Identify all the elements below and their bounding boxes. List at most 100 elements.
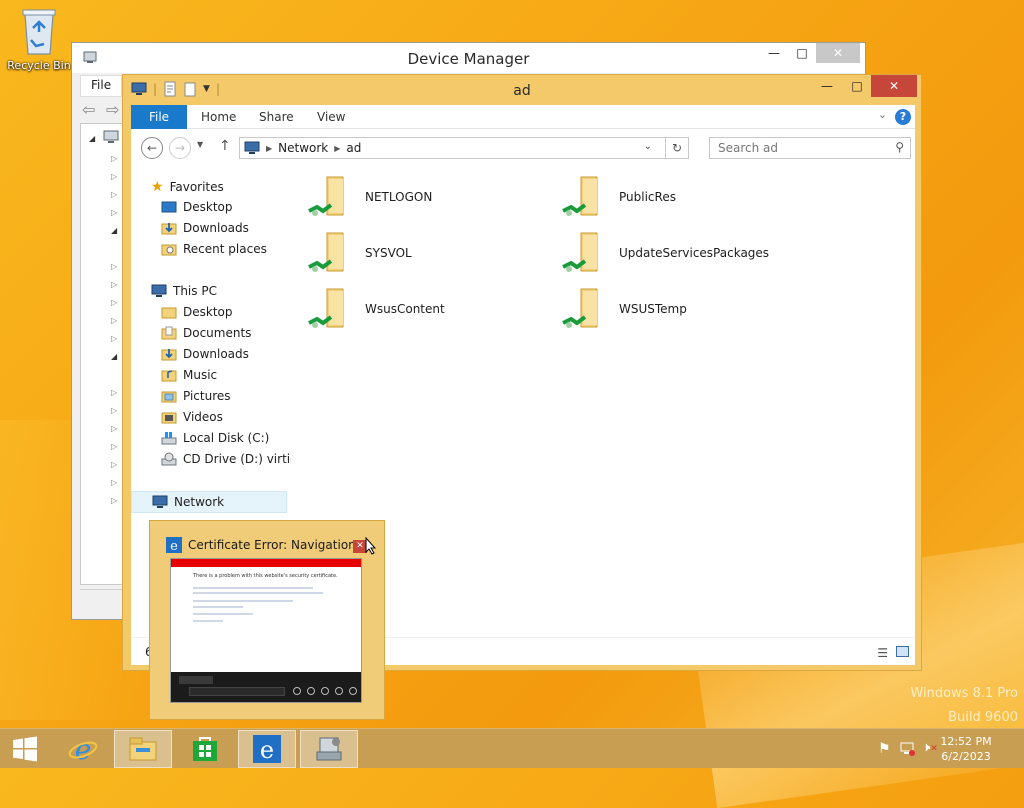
taskbar-internet-explorer[interactable]: e	[54, 730, 112, 768]
expand-arrow-icon[interactable]: ▷	[111, 442, 117, 451]
recent-places-icon	[161, 244, 177, 256]
internet-explorer-icon: e	[166, 537, 182, 553]
device-manager-titlebar[interactable]: Device Manager — □ ✕	[72, 43, 865, 73]
expand-arrow-icon[interactable]: ▷	[111, 406, 117, 415]
view-switcher: ☰	[877, 646, 909, 660]
taskbar-file-explorer[interactable]	[114, 730, 172, 768]
nav-this-pc[interactable]: This PC	[151, 284, 217, 298]
nav-pc-desktop[interactable]: Desktop	[161, 305, 233, 319]
shared-folder-icon	[562, 232, 598, 272]
folder-netlogon[interactable]: NETLOGON	[307, 173, 432, 221]
network-icon	[152, 495, 168, 508]
minimize-button[interactable]: —	[760, 43, 788, 63]
forward-arrow-icon[interactable]: ⇨	[106, 100, 119, 119]
up-arrow-icon[interactable]: ↑	[219, 138, 231, 154]
this-pc-icon	[151, 284, 167, 297]
details-view-icon[interactable]: ☰	[877, 646, 888, 660]
preview-heading: There is a problem with this website's s…	[193, 573, 338, 579]
recycle-bin-icon	[22, 9, 56, 55]
recent-locations-icon[interactable]: ▼	[197, 140, 203, 149]
expand-ribbon-chevron-icon[interactable]: ⌄	[878, 108, 887, 121]
explorer-titlebar[interactable]: | ▼ | ad — □ ✕	[123, 75, 921, 105]
thumbnail-preview[interactable]: There is a problem with this website's s…	[170, 558, 362, 703]
taskbar-store[interactable]	[176, 730, 234, 768]
expand-arrow-icon[interactable]: ▷	[111, 316, 117, 325]
nav-pc-pictures[interactable]: Pictures	[161, 389, 231, 403]
forward-button[interactable]: →	[169, 137, 191, 159]
expand-arrow-icon[interactable]: ▷	[111, 208, 117, 217]
menu-file[interactable]: File	[80, 75, 122, 97]
refresh-button[interactable]: ↻	[665, 137, 689, 159]
collapse-arrow-icon[interactable]: ◢	[111, 226, 117, 235]
ribbon-tabs: File Home Share View ⌄ ?	[131, 105, 915, 129]
breadcrumb-separator-icon[interactable]: ▶	[334, 144, 340, 153]
folder-name: WSUSTemp	[619, 302, 687, 316]
address-bar[interactable]: ▶ Network ▶ ad ⌄	[239, 137, 689, 159]
clock-time: 12:52 PM	[940, 735, 992, 748]
large-icons-view-icon[interactable]	[896, 646, 909, 657]
nav-favorites[interactable]: ★ Favorites	[151, 179, 224, 195]
nav-fav-desktop[interactable]: Desktop	[161, 200, 233, 214]
preview-browser-bar	[171, 672, 361, 702]
expand-arrow-icon[interactable]: ▷	[111, 496, 117, 505]
tab-share[interactable]: Share	[249, 105, 304, 129]
expand-arrow-icon[interactable]: ▷	[111, 154, 117, 163]
nav-pc-local-disk[interactable]: Local Disk (C:)	[161, 431, 269, 445]
search-input[interactable]: Search ad ⚲	[709, 137, 911, 159]
action-center-flag-icon[interactable]: ⚑	[878, 741, 891, 757]
shared-folder-icon	[562, 288, 598, 328]
start-button[interactable]	[0, 730, 50, 768]
expand-arrow-icon[interactable]: ▷	[111, 262, 117, 271]
shared-folder-icon	[308, 288, 344, 328]
taskbar-internet-explorer-open[interactable]: e	[238, 730, 296, 768]
expand-arrow-icon[interactable]: ▷	[111, 190, 117, 199]
file-explorer-icon	[129, 737, 157, 761]
nav-pc-videos[interactable]: Videos	[161, 410, 223, 424]
expand-arrow-icon[interactable]: ▷	[111, 280, 117, 289]
maximize-button[interactable]: □	[788, 43, 816, 63]
breadcrumb-separator-icon[interactable]: ▶	[266, 144, 272, 153]
nav-network[interactable]: Network	[131, 491, 287, 513]
expand-arrow-icon[interactable]: ▷	[111, 424, 117, 433]
expand-arrow-icon[interactable]: ▷	[111, 334, 117, 343]
taskbar-device-manager[interactable]	[300, 730, 358, 768]
close-button[interactable]: ✕	[871, 75, 917, 97]
folder-sysvol[interactable]: SYSVOL	[307, 229, 412, 277]
expand-arrow-icon[interactable]: ▷	[111, 172, 117, 181]
expand-arrow-icon[interactable]: ▷	[111, 460, 117, 469]
breadcrumb-ad[interactable]: ad	[346, 141, 361, 155]
network-status-icon[interactable]	[900, 741, 916, 757]
clock[interactable]: 12:52 PM 6/2/2023	[928, 734, 1004, 764]
expand-arrow-icon[interactable]: ▷	[111, 298, 117, 307]
tab-view[interactable]: View	[307, 105, 355, 129]
taskbar-thumbnail-popup[interactable]: e Certificate Error: Navigation ... ✕ Th…	[149, 520, 385, 720]
help-icon[interactable]: ?	[895, 109, 911, 125]
collapse-arrow-icon[interactable]: ◢	[89, 134, 95, 143]
nav-pc-cd-drive[interactable]: CD Drive (D:) virtio-w	[161, 452, 312, 466]
folder-wsustemp[interactable]: WSUSTemp	[561, 285, 687, 333]
folder-publicres[interactable]: PublicRes	[561, 173, 676, 221]
breadcrumb-network[interactable]: Network	[278, 141, 328, 155]
collapse-arrow-icon[interactable]: ◢	[111, 352, 117, 361]
tab-home[interactable]: Home	[191, 105, 246, 129]
folder-updateservicespackages[interactable]: UpdateServicesPackages	[561, 229, 769, 277]
folder-name: SYSVOL	[365, 246, 412, 260]
downloads-icon	[161, 223, 177, 235]
address-dropdown-icon[interactable]: ⌄	[644, 141, 652, 152]
nav-pc-documents[interactable]: Documents	[161, 326, 251, 340]
nav-fav-recent-places[interactable]: Recent places	[161, 242, 267, 256]
desktop-icon	[161, 201, 177, 213]
expand-arrow-icon[interactable]: ▷	[111, 478, 117, 487]
back-button[interactable]: ←	[141, 137, 163, 159]
folder-wsuscontent[interactable]: WsusContent	[307, 285, 445, 333]
nav-pc-downloads[interactable]: Downloads	[161, 347, 249, 361]
recycle-bin-shortcut[interactable]: Recycle Bin	[6, 6, 72, 72]
back-arrow-icon[interactable]: ⇦	[82, 100, 95, 119]
close-button[interactable]: ✕	[816, 43, 860, 63]
minimize-button[interactable]: —	[811, 75, 843, 97]
nav-pc-music[interactable]: Music	[161, 368, 217, 382]
maximize-button[interactable]: □	[841, 75, 873, 97]
nav-fav-downloads[interactable]: Downloads	[161, 221, 249, 235]
expand-arrow-icon[interactable]: ▷	[111, 388, 117, 397]
tab-file[interactable]: File	[131, 105, 187, 129]
